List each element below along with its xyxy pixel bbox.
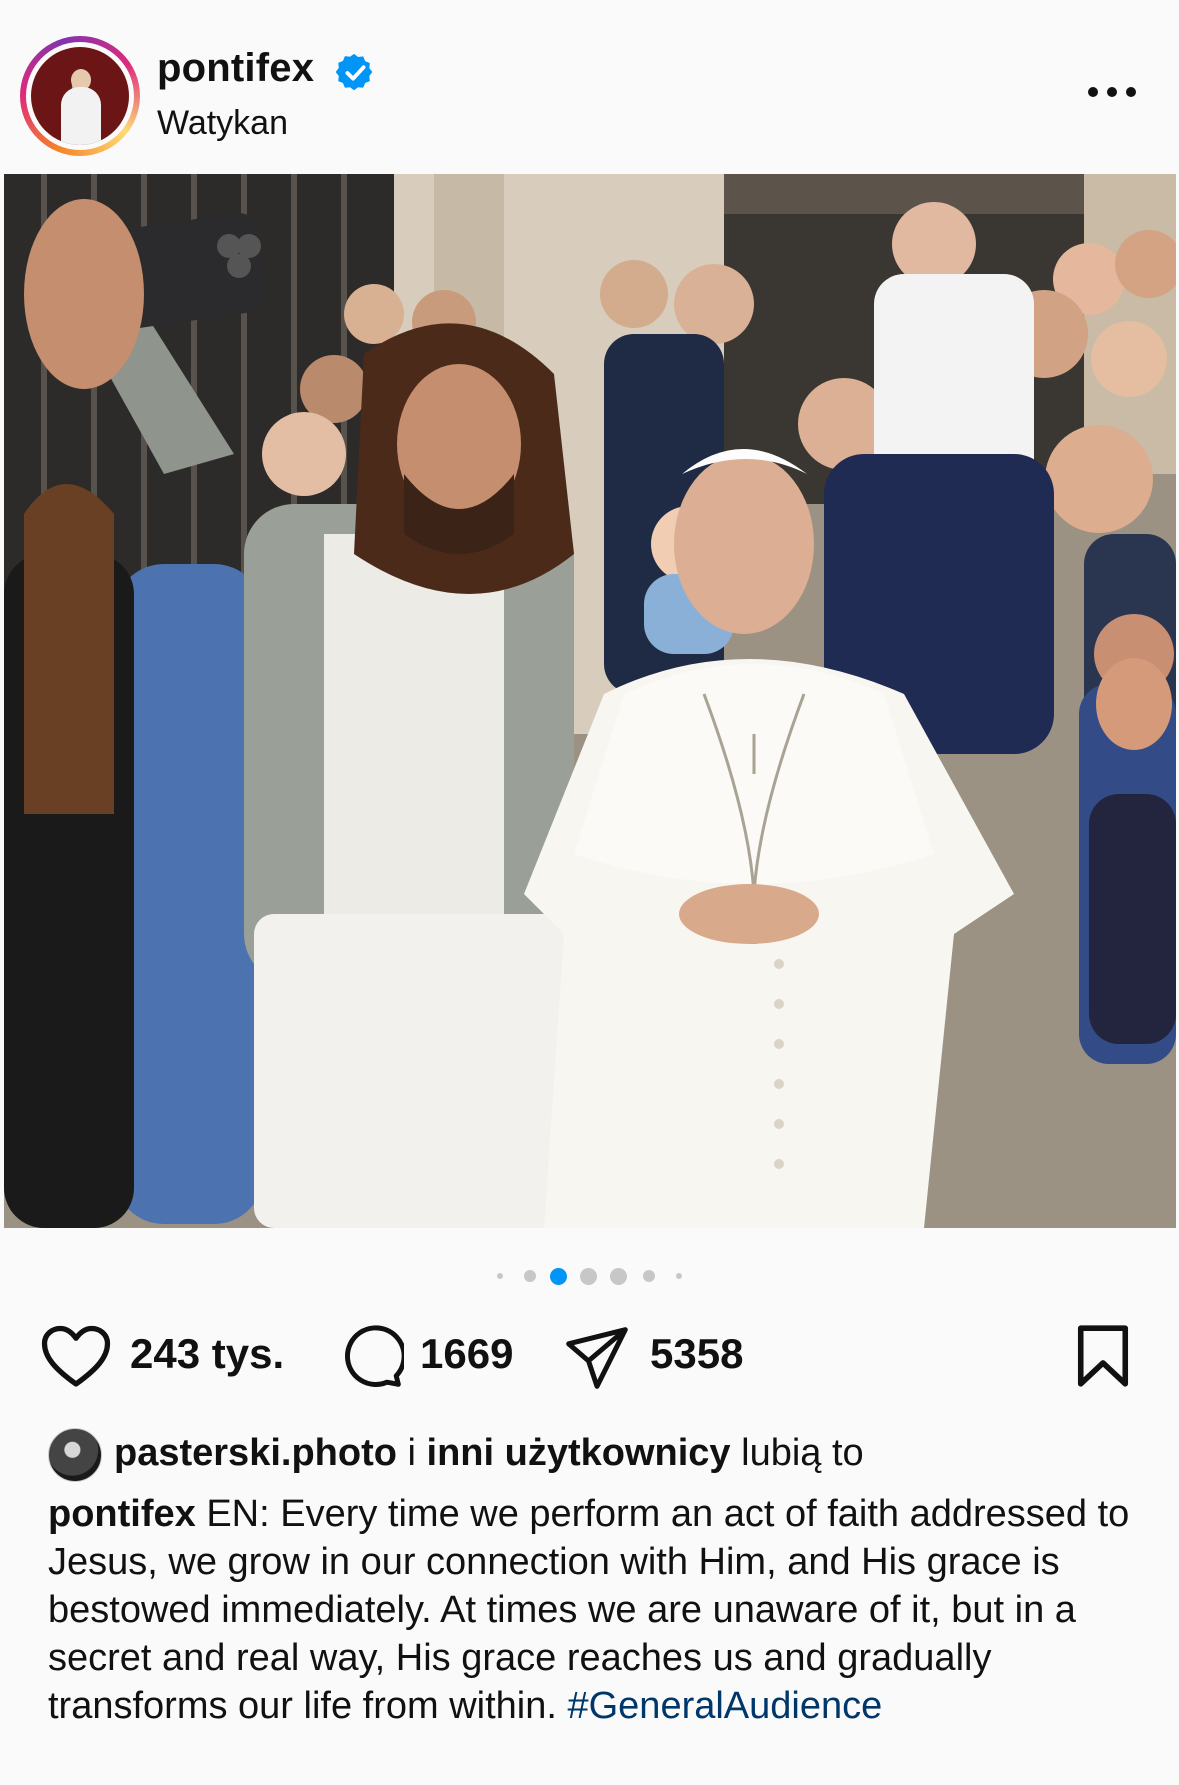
liked-suffix: lubią to bbox=[730, 1432, 864, 1474]
username[interactable]: pontifex bbox=[157, 46, 314, 91]
carousel-dot bbox=[676, 1273, 682, 1279]
avatar-figure-shape bbox=[61, 87, 101, 145]
comment-button[interactable]: 1669 bbox=[336, 1320, 536, 1396]
like-button[interactable]: 243 tys. bbox=[40, 1320, 300, 1396]
liked-by-text: pasterski.photo i inni użytkownicy lubią… bbox=[114, 1432, 864, 1475]
heart-icon bbox=[41, 1325, 111, 1387]
profile-avatar[interactable] bbox=[20, 36, 140, 156]
action-bar: 243 tys. 1669 5358 bbox=[0, 1320, 1179, 1396]
carousel-indicator bbox=[0, 1264, 1179, 1288]
caption-hashtag[interactable]: #GeneralAudience bbox=[567, 1685, 882, 1727]
carousel-dot bbox=[497, 1273, 503, 1279]
more-horizontal-icon bbox=[1126, 87, 1136, 97]
carousel-dot bbox=[643, 1270, 655, 1282]
others-link[interactable]: inni użytkownicy bbox=[427, 1432, 731, 1474]
post-caption: pontifex EN: Every time we perform an ac… bbox=[48, 1490, 1148, 1785]
more-options-button[interactable] bbox=[1086, 82, 1138, 102]
comment-count[interactable]: 1669 bbox=[420, 1330, 513, 1378]
post-image[interactable] bbox=[4, 174, 1176, 1228]
bookmark-icon bbox=[1077, 1325, 1129, 1387]
liked-connector: i bbox=[396, 1432, 427, 1474]
liker-avatar[interactable] bbox=[48, 1428, 102, 1482]
like-count[interactable]: 243 tys. bbox=[130, 1330, 284, 1378]
more-horizontal-icon bbox=[1107, 87, 1117, 97]
post-photo-illustration bbox=[4, 174, 1176, 1228]
post-header: pontifex Watykan bbox=[0, 0, 1179, 174]
carousel-dot bbox=[610, 1268, 627, 1285]
save-button[interactable] bbox=[1072, 1320, 1134, 1396]
carousel-dot bbox=[580, 1268, 597, 1285]
post-location[interactable]: Watykan bbox=[157, 104, 288, 143]
carousel-dot bbox=[524, 1270, 536, 1282]
send-icon bbox=[566, 1327, 628, 1389]
more-horizontal-icon bbox=[1088, 87, 1098, 97]
caption-author[interactable]: pontifex bbox=[48, 1493, 196, 1535]
share-button[interactable]: 5358 bbox=[562, 1320, 762, 1396]
verified-badge-icon bbox=[336, 54, 373, 91]
avatar-ring-gap bbox=[26, 42, 134, 150]
comment-icon bbox=[345, 1325, 404, 1387]
share-count[interactable]: 5358 bbox=[650, 1330, 743, 1378]
liker-username[interactable]: pasterski.photo bbox=[114, 1432, 397, 1474]
carousel-dot-active bbox=[550, 1268, 567, 1285]
avatar-photo bbox=[31, 47, 129, 145]
